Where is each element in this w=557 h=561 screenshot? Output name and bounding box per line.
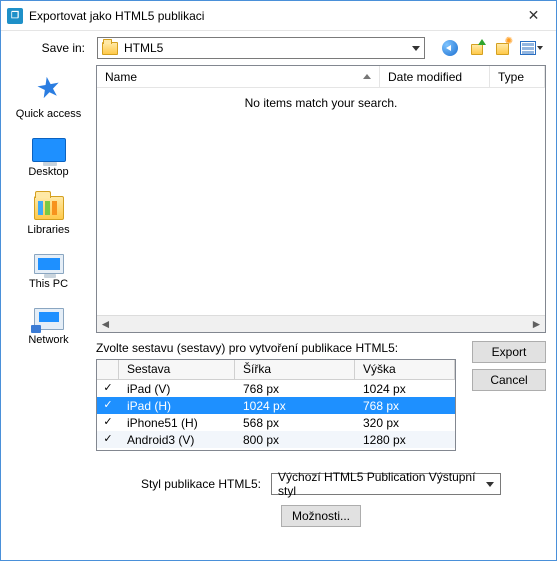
style-dropdown[interactable]: Výchozí HTML5 Publication Výstupní styl [271, 473, 501, 495]
save-in-row: Save in: HTML5 [1, 31, 556, 65]
horizontal-scrollbar[interactable]: ◄ ► [97, 315, 545, 332]
cancel-button[interactable]: Cancel [472, 369, 546, 391]
chevron-down-icon [537, 46, 543, 50]
chevron-down-icon [486, 482, 494, 487]
preset-row[interactable]: ✓ iPad (H)1024 px768 px [97, 397, 455, 414]
place-network[interactable]: Network [9, 308, 89, 346]
place-desktop[interactable]: Desktop [9, 138, 89, 178]
export-button[interactable]: Export [472, 341, 546, 363]
triangle-left-icon: ◄ [100, 317, 112, 331]
preset-width: 1024 px [235, 399, 355, 413]
preset-width: 800 px [235, 433, 355, 447]
style-label: Styl publikace HTML5: [141, 477, 261, 491]
style-value: Výchozí HTML5 Publication Výstupní styl [278, 470, 486, 498]
preset-row[interactable]: ✓ iPad (V)768 px1024 px [97, 380, 455, 397]
up-one-level-button[interactable] [465, 37, 487, 59]
col-name[interactable]: Name [97, 66, 380, 87]
place-libraries[interactable]: Libraries [9, 196, 89, 236]
preset-checkbox[interactable]: ✓ [97, 434, 119, 445]
back-icon [442, 40, 458, 56]
up-folder-icon [469, 41, 483, 55]
back-button[interactable] [439, 37, 461, 59]
preset-width: 568 px [235, 416, 355, 430]
desktop-icon [32, 138, 66, 162]
preset-name: iPad (V) [119, 382, 235, 396]
view-menu-button[interactable] [517, 37, 546, 59]
this-pc-icon [34, 254, 64, 274]
preset-width: 768 px [235, 382, 355, 396]
triangle-right-icon: ► [531, 317, 543, 331]
col-type[interactable]: Type [490, 66, 545, 87]
options-button[interactable]: Možnosti... [281, 505, 361, 527]
place-label: This PC [29, 278, 68, 290]
check-icon: ✓ [103, 400, 112, 411]
col-checkbox[interactable] [97, 360, 119, 380]
preset-height: 1024 px [355, 382, 455, 396]
chevron-down-icon [412, 46, 420, 51]
scroll-left-button[interactable]: ◄ [97, 316, 114, 332]
libraries-icon [34, 196, 64, 220]
preset-height: 320 px [355, 416, 455, 430]
dialog-window: ❐ Exportovat jako HTML5 publikaci ✕ Save… [0, 0, 557, 561]
col-date-modified[interactable]: Date modified [380, 66, 490, 87]
col-sirka[interactable]: Šířka [235, 360, 355, 380]
preset-checkbox[interactable]: ✓ [97, 400, 119, 411]
scroll-right-button[interactable]: ► [528, 316, 545, 332]
place-label: Libraries [27, 224, 69, 236]
col-sestava[interactable]: Sestava [119, 360, 235, 380]
places-bar: ★ Quick access Desktop Libraries This PC… [1, 65, 96, 550]
app-icon: ❐ [7, 8, 23, 24]
empty-message: No items match your search. [97, 88, 545, 110]
main-column: Name Date modified Type No items match y… [96, 65, 546, 550]
save-in-dropdown[interactable]: HTML5 [97, 37, 425, 59]
preset-height: 768 px [355, 399, 455, 413]
close-button[interactable]: ✕ [511, 1, 556, 30]
file-list-header: Name Date modified Type [97, 66, 545, 88]
save-in-value: HTML5 [124, 41, 163, 55]
view-icon [520, 41, 536, 55]
style-row: Styl publikace HTML5: Výchozí HTML5 Publ… [96, 473, 546, 495]
preset-height: 1280 px [355, 433, 455, 447]
place-quick-access[interactable]: ★ Quick access [9, 71, 89, 120]
new-folder-button[interactable] [491, 37, 513, 59]
preset-name: iPhone51 (H) [119, 416, 235, 430]
check-icon: ✓ [103, 383, 112, 394]
preset-name: Android3 (V) [119, 433, 235, 447]
network-icon [34, 308, 64, 330]
scroll-track[interactable] [114, 316, 528, 332]
quick-access-icon: ★ [33, 69, 63, 106]
place-this-pc[interactable]: This PC [9, 254, 89, 290]
preset-checkbox[interactable]: ✓ [97, 417, 119, 428]
preset-header: Sestava Šířka Výška [97, 360, 455, 380]
col-vyska[interactable]: Výška [355, 360, 455, 380]
save-in-label: Save in: [1, 41, 91, 55]
place-label: Network [28, 334, 68, 346]
place-label: Desktop [28, 166, 68, 178]
toolbar-icons [439, 37, 546, 59]
check-icon: ✓ [103, 434, 112, 445]
dialog-body: ★ Quick access Desktop Libraries This PC… [1, 65, 556, 560]
window-title: Exportovat jako HTML5 publikaci [29, 9, 511, 23]
close-icon: ✕ [528, 7, 540, 24]
preset-row[interactable]: ✓ iPhone51 (H)568 px320 px [97, 414, 455, 431]
presets-label: Zvolte sestavu (sestavy) pro vytvoření p… [96, 341, 456, 355]
file-list: Name Date modified Type No items match y… [96, 65, 546, 333]
action-buttons: Export Cancel [466, 333, 546, 451]
preset-name: iPad (H) [119, 399, 235, 413]
new-folder-icon [495, 41, 509, 55]
preset-row[interactable]: ✓ Android3 (V)800 px1280 px [97, 431, 455, 448]
folder-icon [102, 42, 118, 55]
preset-table: Sestava Šířka Výška ✓iPad (V)768 px1024 … [96, 359, 456, 451]
titlebar: ❐ Exportovat jako HTML5 publikaci ✕ [1, 1, 556, 31]
place-label: Quick access [16, 108, 81, 120]
preset-checkbox[interactable]: ✓ [97, 383, 119, 394]
check-icon: ✓ [103, 417, 112, 428]
